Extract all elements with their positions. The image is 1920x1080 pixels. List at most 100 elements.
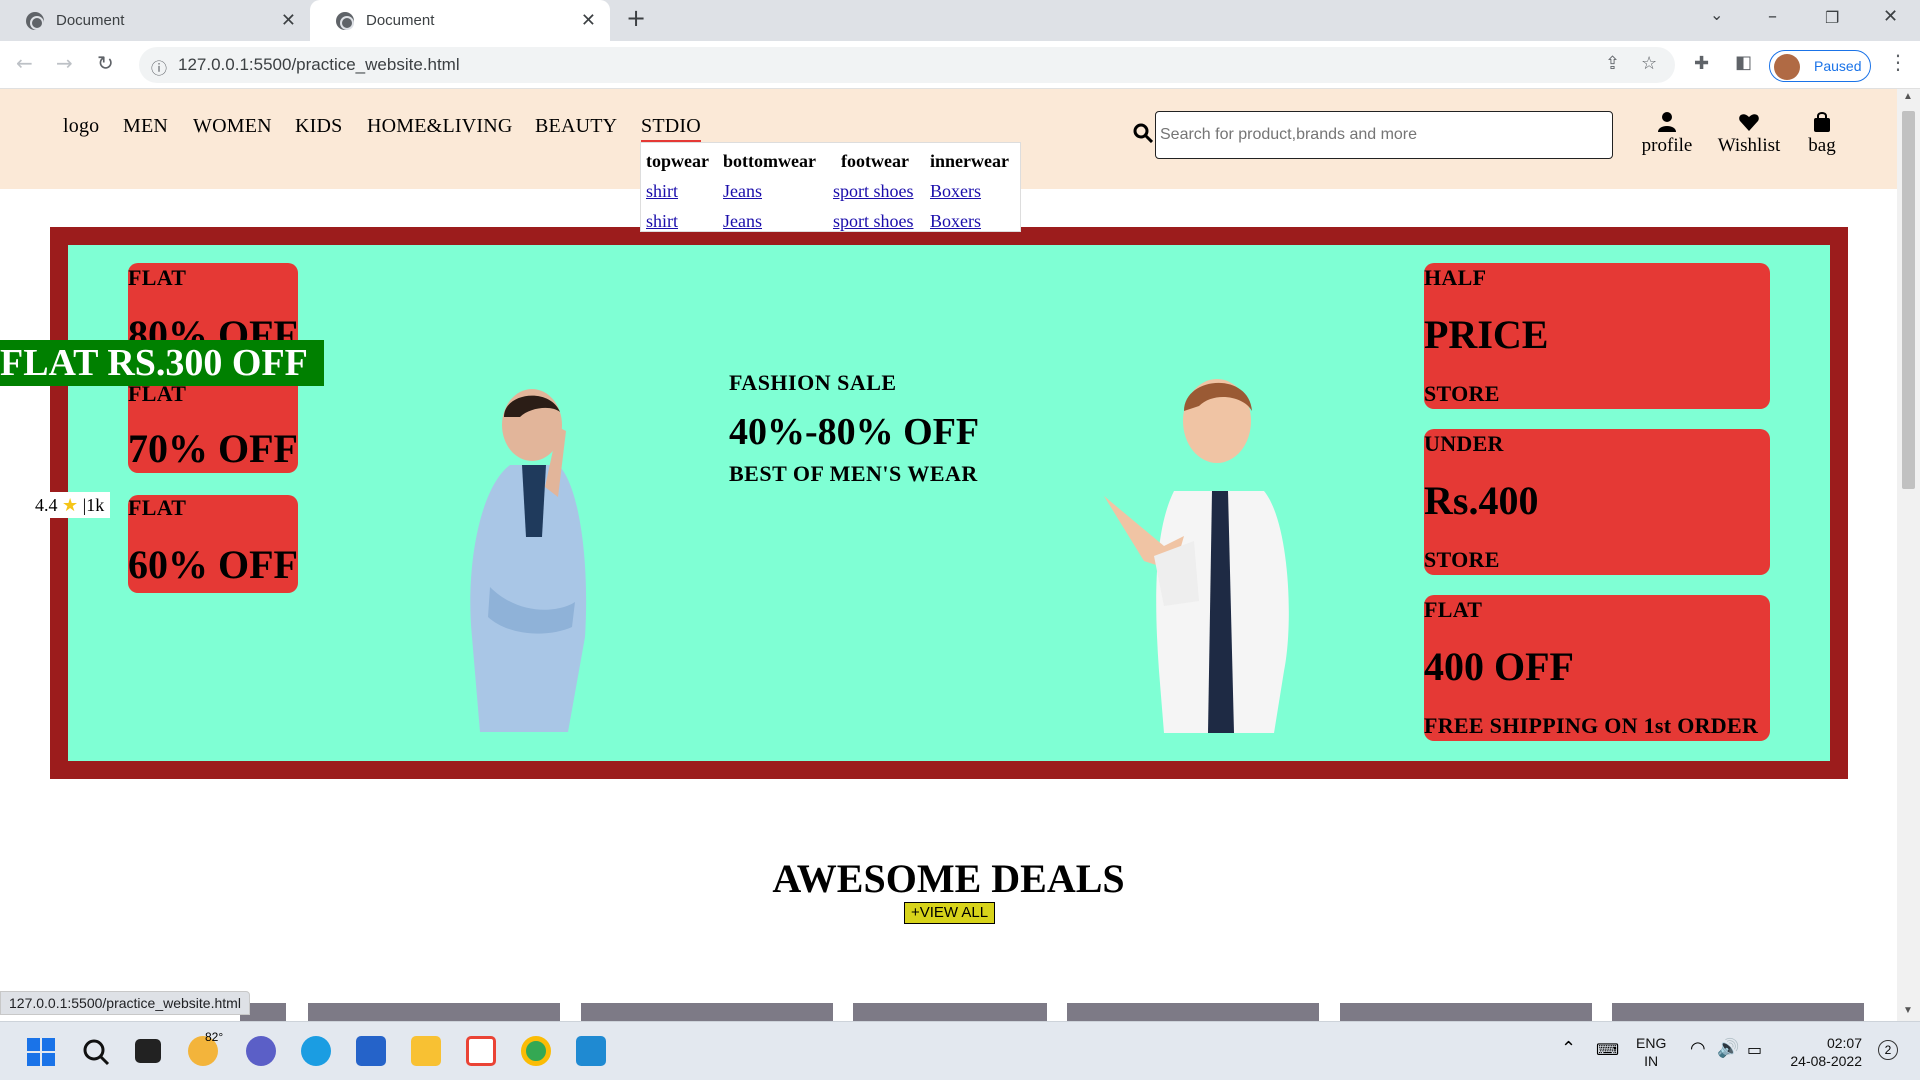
clock[interactable]: 02:07 24-08-2022 (1782, 1034, 1862, 1070)
logo[interactable]: logo (63, 115, 99, 138)
offer-big: PRICE (1424, 312, 1549, 357)
task-view-icon[interactable] (135, 1039, 161, 1063)
search-input[interactable] (1155, 111, 1613, 159)
dropdown-link-shirt[interactable]: shirt (646, 211, 678, 232)
volume-icon[interactable]: 🔊 (1717, 1038, 1739, 1059)
sale-line-1: FASHION SALE (729, 370, 897, 395)
rating-value: 4.4 (35, 495, 58, 515)
nav-kids[interactable]: KIDS (295, 115, 342, 138)
dropdown-link-shirt[interactable]: shirt (646, 181, 678, 202)
vscode-icon[interactable] (576, 1036, 606, 1066)
side-panel-icon[interactable]: ◧ (1735, 52, 1752, 73)
forward-icon[interactable]: → (56, 51, 73, 75)
dropdown-link-jeans[interactable]: Jeans (723, 211, 762, 232)
wifi-icon[interactable]: ◠ (1690, 1038, 1706, 1059)
avatar (1774, 54, 1800, 80)
heart-icon (1739, 114, 1759, 131)
restore-icon[interactable]: ❐ (1825, 8, 1839, 27)
view-all-button[interactable]: +VIEW ALL (904, 902, 995, 924)
lang-code: ENG (1636, 1035, 1667, 1051)
new-tab-icon[interactable]: + (626, 4, 646, 32)
profile-button[interactable]: Paused (1769, 50, 1871, 82)
deal-card[interactable] (308, 1003, 560, 1021)
chrome-icon[interactable] (521, 1036, 551, 1066)
wishlist-link[interactable]: Wishlist (1712, 111, 1786, 157)
bookmark-star-icon[interactable]: ☆ (1641, 53, 1657, 74)
bag-link[interactable]: bag (1800, 111, 1844, 157)
offer-bottom: STORE (1424, 547, 1500, 572)
scroll-up-icon[interactable]: ▲ (1903, 91, 1913, 102)
edge-browser-icon[interactable] (301, 1036, 331, 1066)
gmail-icon[interactable] (466, 1036, 496, 1066)
info-icon[interactable]: ⓘ (151, 55, 167, 79)
dropdown-link-boxers[interactable]: Boxers (930, 181, 981, 202)
offer-big: 60% OFF (128, 542, 298, 587)
deal-card[interactable] (853, 1003, 1047, 1021)
close-window-icon[interactable]: ✕ (1883, 6, 1898, 27)
back-icon[interactable]: ← (16, 51, 33, 75)
scrollbar-thumb[interactable] (1902, 111, 1915, 489)
dropdown-link-sport-shoes[interactable]: sport shoes (833, 211, 914, 232)
search-icon[interactable] (1133, 123, 1153, 143)
sale-banner: FLAT 80% OFF FLAT 70% OFF FLAT 60% OFF F… (50, 227, 1848, 779)
offer-box-60[interactable]: FLAT 60% OFF (128, 495, 298, 593)
close-tab-icon[interactable]: ✕ (281, 10, 296, 31)
offer-box-half-price[interactable]: HALF PRICE STORE (1424, 263, 1770, 409)
battery-icon[interactable]: ▭ (1747, 1040, 1762, 1059)
nav-studio[interactable]: STDIO (641, 115, 701, 143)
scroll-down-icon[interactable]: ▼ (1903, 1005, 1913, 1016)
reload-icon[interactable]: ↻ (97, 51, 114, 75)
dropdown-header-innerwear: innerwear (930, 151, 1009, 171)
close-tab-icon[interactable]: ✕ (581, 10, 596, 31)
share-icon[interactable]: ⇪ (1605, 53, 1620, 74)
rating-badge: 4.4 ★ |1k (33, 492, 111, 518)
offer-top: HALF (1424, 265, 1487, 290)
link-status-bar: 127.0.0.1:5500/practice_website.html (0, 991, 250, 1015)
flat-300-off-overlay: FLAT RS.300 OFF (0, 340, 324, 386)
dropdown-link-boxers[interactable]: Boxers (930, 211, 981, 232)
tab-document-2[interactable]: Document ✕ (310, 0, 610, 41)
clock-date: 24-08-2022 (1790, 1053, 1862, 1069)
file-explorer-icon[interactable] (411, 1036, 441, 1066)
deal-card[interactable] (1612, 1003, 1864, 1021)
tab-search-chevron-icon[interactable]: ⌄ (1710, 5, 1723, 24)
windows-start-icon[interactable] (27, 1038, 55, 1066)
deal-card[interactable] (1340, 1003, 1592, 1021)
offer-big: 70% OFF (128, 426, 298, 471)
weather-temp: 82° (205, 1030, 224, 1044)
profile-link[interactable]: profile (1637, 111, 1697, 157)
language-indicator[interactable]: ENG IN (1636, 1034, 1666, 1070)
bag-label: bag (1808, 135, 1836, 156)
minimize-icon[interactable]: – (1768, 6, 1777, 27)
tab-document-1[interactable]: Document ✕ (0, 0, 310, 41)
dropdown-link-jeans[interactable]: Jeans (723, 181, 762, 202)
offer-box-flat-400[interactable]: FLAT 400 OFF FREE SHIPPING ON 1st ORDER (1424, 595, 1770, 741)
microsoft-store-icon[interactable] (356, 1036, 386, 1066)
offer-box-70[interactable]: FLAT 70% OFF (128, 381, 298, 473)
extensions-icon[interactable]: ✚ (1694, 53, 1709, 74)
nav-home-living[interactable]: HOME&LIVING (367, 115, 513, 138)
page-scrollbar[interactable]: ▲ ▼ (1897, 89, 1920, 1021)
man-pointing-image (1104, 379, 1289, 733)
search-icon[interactable] (82, 1038, 110, 1066)
banner-inner: FLAT 80% OFF FLAT 70% OFF FLAT 60% OFF F… (68, 245, 1830, 761)
wishlist-label: Wishlist (1717, 135, 1781, 156)
offer-big: Rs.400 (1424, 478, 1539, 523)
keyboard-icon[interactable]: ⌨ (1596, 1040, 1619, 1059)
offer-bottom: STORE (1424, 381, 1500, 406)
tab-strip: Document ✕ Document ✕ + ⌄ – ❐ ✕ (0, 0, 1920, 41)
nav-women[interactable]: WOMEN (193, 115, 272, 138)
offer-box-under-400[interactable]: UNDER Rs.400 STORE (1424, 429, 1770, 575)
deal-card[interactable] (581, 1003, 833, 1021)
clock-time: 02:07 (1826, 1035, 1862, 1051)
nav-men[interactable]: MEN (123, 115, 168, 138)
address-bar[interactable]: ⓘ 127.0.0.1:5500/practice_website.html ⇪… (139, 47, 1675, 83)
dropdown-link-sport-shoes[interactable]: sport shoes (833, 181, 914, 202)
nav-beauty[interactable]: BEAUTY (535, 115, 617, 138)
show-hidden-icons-chevron[interactable]: ⌃ (1561, 1038, 1576, 1059)
notification-badge[interactable]: 2 (1878, 1040, 1898, 1060)
offer-small: FLAT (128, 265, 187, 290)
deal-card[interactable] (1067, 1003, 1319, 1021)
teams-chat-icon[interactable] (246, 1036, 276, 1066)
menu-kebab-icon[interactable]: ⋮ (1888, 50, 1908, 74)
